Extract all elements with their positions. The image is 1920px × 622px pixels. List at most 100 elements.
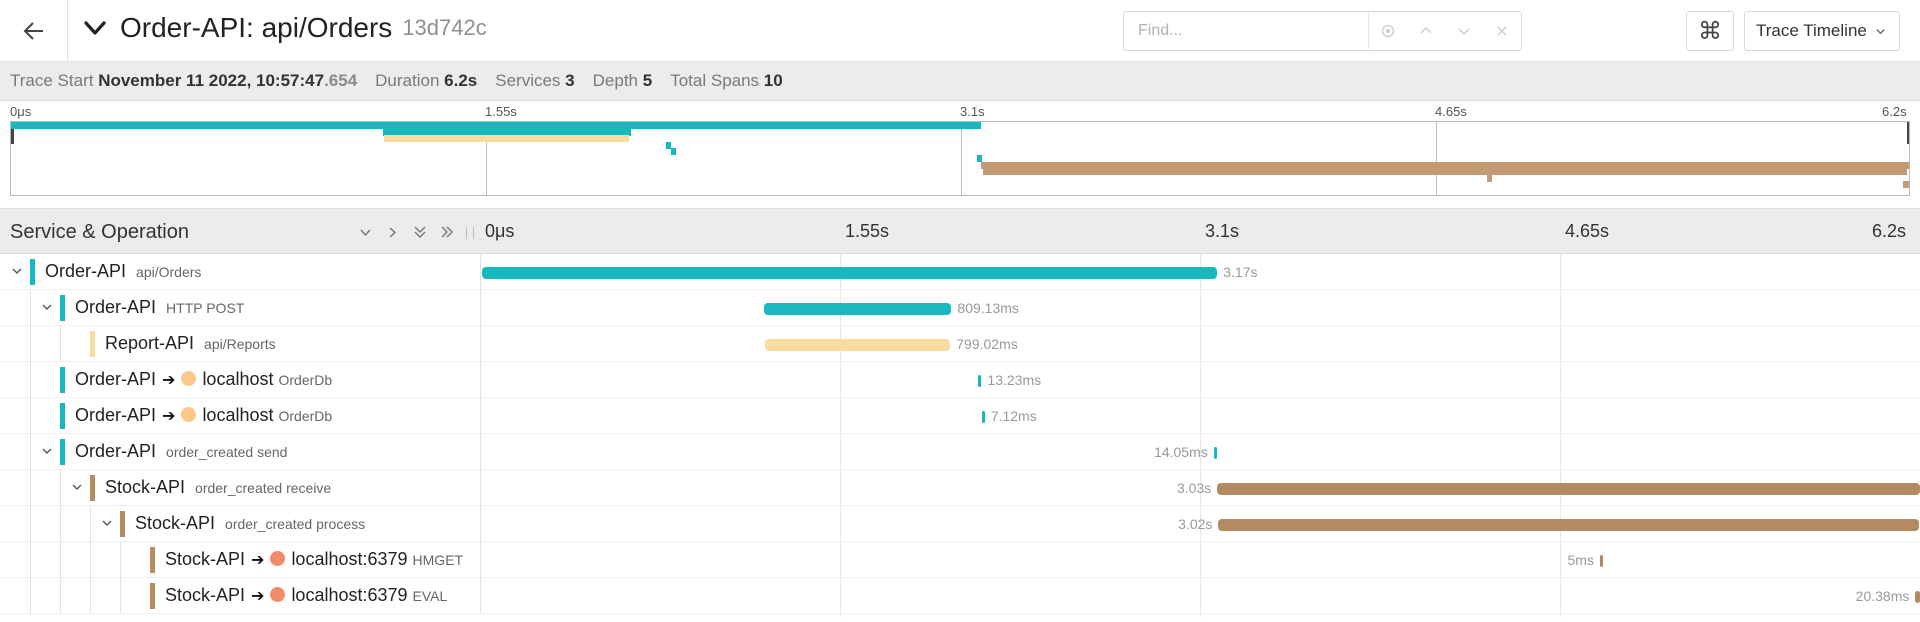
span-bar[interactable] (1213, 447, 1217, 459)
chevron-down-icon[interactable] (68, 478, 86, 496)
service-name: Order-API (75, 369, 157, 389)
span-bar[interactable] (978, 375, 982, 387)
span-name-cell[interactable]: Stock-API ➔ localhost:6379 HMGET (0, 542, 481, 578)
close-icon[interactable] (1483, 12, 1521, 50)
span-name-cell[interactable]: Order-API ➔ localhost OrderDb (0, 362, 481, 398)
span-bar[interactable] (1218, 519, 1919, 531)
chevron-up-icon[interactable] (1407, 12, 1445, 50)
span-name-cell[interactable]: Order-API order_created send (0, 434, 481, 470)
column-resize-handle[interactable] (466, 227, 474, 239)
minimap-tick: 6.2s (1882, 104, 1907, 119)
span-bar[interactable] (1599, 555, 1603, 567)
minimap-span (670, 148, 676, 156)
span-timeline-cell[interactable]: 3.02s (482, 506, 1920, 542)
timeline-tick: 4.65s (1565, 221, 1610, 241)
chevron-down-icon[interactable] (98, 514, 116, 532)
depth: Depth 5 (593, 71, 653, 91)
collapse-one-icon[interactable] (352, 222, 379, 242)
arrow-right-icon: ➔ (162, 408, 176, 425)
span-timeline-cell[interactable]: 20.38ms (482, 578, 1920, 614)
locate-icon[interactable] (1369, 12, 1407, 50)
back-button[interactable] (0, 0, 68, 62)
span-bar[interactable] (482, 267, 1218, 279)
indent-guide (60, 578, 61, 614)
indent-guide (120, 578, 121, 614)
trace-start-label: Trace Start (10, 71, 94, 90)
span-bar[interactable] (1217, 483, 1920, 495)
span-name-cell[interactable]: Order-API HTTP POST (0, 290, 481, 326)
span-row[interactable]: Stock-API order_created receive 3.03s (0, 470, 1920, 506)
minimap-span (1486, 174, 1492, 182)
view-selector[interactable]: Trace Timeline (1744, 11, 1900, 51)
service-color-marker (60, 295, 65, 321)
span-bar[interactable] (763, 303, 952, 315)
peer-service-dot (270, 551, 286, 566)
span-duration: 809.13ms (957, 300, 1019, 316)
service-color-marker (120, 511, 125, 537)
service-color-marker (30, 259, 35, 285)
span-timeline-cell[interactable]: 799.02ms (482, 326, 1920, 362)
span-row[interactable]: Stock-API order_created process 3.02s (0, 506, 1920, 542)
service-name: Order-API (75, 405, 157, 425)
span-row[interactable]: Order-API order_created send 14.05ms (0, 434, 1920, 470)
view-selector-label: Trace Timeline (1756, 21, 1867, 40)
span-name-cell[interactable]: Stock-API order_created process (0, 506, 481, 542)
chevron-down-icon[interactable] (1445, 12, 1483, 50)
span-row[interactable]: Order-API api/Orders 3.17s (0, 254, 1920, 290)
peer-service-dot (270, 587, 286, 602)
span-timeline-cell[interactable]: 13.23ms (482, 362, 1920, 398)
trace-title: Order-API: api/Orders (120, 12, 393, 43)
span-timeline-cell[interactable]: 14.05ms (482, 434, 1920, 470)
service-name: Stock-API (165, 585, 246, 605)
span-name-cell[interactable]: Stock-API order_created receive (0, 470, 481, 506)
timeline-tick: 1.55s (845, 221, 890, 241)
find-input[interactable] (1124, 13, 1369, 49)
chevron-down-icon[interactable] (38, 442, 56, 460)
span-bar[interactable] (1915, 591, 1920, 603)
span-row[interactable]: Order-API ➔ localhost OrderDb 7.12ms (0, 398, 1920, 434)
service-color-marker (60, 367, 65, 393)
indent-guide (30, 290, 31, 326)
span-duration: 14.05ms (1154, 444, 1208, 460)
span-timeline-cell[interactable]: 809.13ms (482, 290, 1920, 326)
collapse-all-icon[interactable] (406, 222, 433, 242)
span-name-cell[interactable]: Stock-API ➔ localhost:6379 EVAL (0, 578, 481, 614)
span-row[interactable]: Report-API api/Reports 799.02ms (0, 326, 1920, 362)
expand-one-icon[interactable] (379, 222, 406, 242)
span-row[interactable]: Stock-API ➔ localhost:6379 HMGET 5ms (0, 542, 1920, 578)
keyboard-shortcuts-button[interactable]: ⌘ (1686, 11, 1734, 51)
span-row[interactable]: Order-API ➔ localhost OrderDb 13.23ms (0, 362, 1920, 398)
span-row[interactable]: Stock-API ➔ localhost:6379 EVAL 20.38ms (0, 578, 1920, 614)
span-duration: 20.38ms (1855, 588, 1910, 604)
chevron-down-icon[interactable] (38, 298, 56, 316)
operation-name: OrderDb (278, 408, 333, 424)
minimap-span (1902, 181, 1909, 189)
indent-guide (30, 506, 31, 542)
span-row[interactable]: Order-API HTTP POST 809.13ms (0, 290, 1920, 326)
operation-name: order_created send (166, 444, 288, 460)
span-timeline-cell[interactable]: 5ms (482, 542, 1920, 578)
row-separator (0, 613, 1920, 614)
chevron-down-icon[interactable] (82, 15, 108, 41)
indent-guide (30, 578, 31, 614)
expand-all-icon[interactable] (433, 222, 460, 242)
service-name: Order-API (45, 261, 127, 281)
span-label: Stock-API order_created receive (105, 477, 331, 498)
span-timeline-cell[interactable]: 7.12ms (482, 398, 1920, 434)
span-timeline-cell[interactable]: 3.03s (482, 470, 1920, 506)
span-timeline-cell[interactable]: 3.17s (482, 254, 1920, 290)
indent-guide (30, 398, 31, 434)
peer-service-dot (181, 371, 197, 386)
find-box (1123, 11, 1522, 51)
arrow-right-icon: ➔ (251, 552, 265, 569)
span-bar[interactable] (981, 411, 985, 423)
span-name-cell[interactable]: Report-API api/Reports (0, 326, 481, 362)
minimap-tick-labels: 0μs 1.55s 3.1s 4.65s 6.2s (0, 101, 1920, 121)
span-bar[interactable] (764, 339, 951, 351)
trace-title-group[interactable]: Order-API: api/Orders 13d742c (82, 12, 487, 44)
chevron-down-icon[interactable] (8, 262, 26, 280)
trace-minimap[interactable] (10, 121, 1910, 196)
service-color-marker (150, 547, 155, 573)
span-name-cell[interactable]: Order-API api/Orders (0, 254, 481, 290)
span-name-cell[interactable]: Order-API ➔ localhost OrderDb (0, 398, 481, 434)
